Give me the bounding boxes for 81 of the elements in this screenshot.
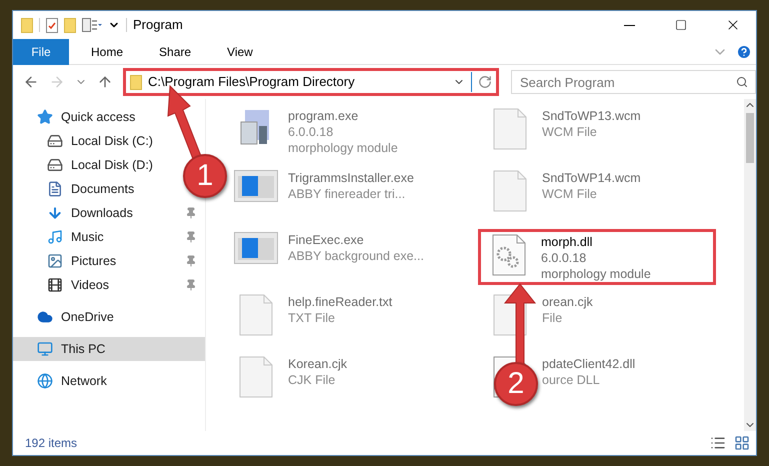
address-bar[interactable]: C:\Program Files\Program Directory [123, 68, 499, 96]
file-name: FineExec.exe [288, 232, 365, 248]
gear-file-icon [492, 234, 526, 276]
cloud-icon [37, 309, 53, 325]
film-icon [47, 277, 63, 293]
file-name: morph.dll [541, 234, 594, 250]
file-tile[interactable]: morph.dll 6.0.0.18 morphology module [478, 229, 716, 285]
pin-icon[interactable] [185, 255, 197, 267]
address-path: C:\Program Files\Program Directory [148, 73, 356, 92]
nav-item[interactable]: Downloads [47, 201, 205, 225]
details-view-icon[interactable] [710, 435, 726, 451]
nav-item[interactable]: Local Disk (D:) [47, 153, 161, 177]
star-icon [37, 109, 53, 125]
file-icon [239, 294, 273, 336]
picture-icon [47, 253, 63, 269]
back-icon[interactable] [23, 74, 39, 90]
file-detail: CJK File [288, 372, 336, 388]
ribbon-tab[interactable]: File [13, 38, 69, 64]
search-field[interactable]: Search Program [511, 70, 756, 94]
nav-item[interactable]: OneDrive [37, 305, 122, 329]
file-name: TrigrammsInstaller.exe [288, 170, 414, 186]
file-detail: WCM File [542, 124, 598, 140]
file-detail: morphology module [288, 140, 398, 156]
file-name: pdateClient42.dll [542, 356, 636, 372]
file-icon [239, 356, 273, 398]
window-icon [234, 232, 278, 264]
checklist-icon [46, 18, 58, 32]
window-title: Program [133, 16, 183, 34]
monitor-icon [37, 341, 53, 357]
file-detail: 6.0.0.18 [541, 250, 588, 266]
nav-item[interactable]: Music [47, 225, 205, 249]
network-icon [37, 373, 53, 389]
document-icon [47, 181, 63, 197]
music-icon [47, 229, 63, 245]
file-name: orean.cjk [542, 294, 593, 310]
download-icon [47, 205, 63, 221]
file-name: help.fineReader.txt [288, 294, 392, 310]
file-detail: ource DLL [542, 372, 601, 388]
item-count: 192 items [25, 435, 78, 452]
refresh-icon[interactable] [478, 75, 492, 89]
large-icons-view-icon[interactable] [734, 435, 750, 451]
file-name: SndToWP13.wcm [542, 108, 641, 124]
ribbon-tab[interactable]: Share [145, 38, 206, 64]
file-detail: 6.0.0.18 [288, 124, 334, 140]
ribbon-tab[interactable]: View [213, 38, 267, 64]
file-detail: File [542, 310, 564, 326]
nav-item[interactable]: Network [37, 369, 115, 393]
file-icon [493, 108, 527, 150]
nav-item[interactable]: Quick access [37, 105, 144, 129]
drive-icon [47, 157, 63, 173]
search-icon [736, 76, 748, 88]
ribbon-tab[interactable]: Home [77, 38, 138, 64]
file-detail: morphology module [541, 266, 651, 282]
minimize-icon [624, 24, 634, 26]
window-icon [234, 170, 278, 202]
nav-item[interactable]: This PC [13, 337, 205, 361]
file-detail: ABBY finereader tri... [288, 186, 406, 202]
folder-icon [130, 74, 142, 90]
scrollbar[interactable] [744, 99, 756, 431]
nav-item[interactable]: Videos [47, 273, 205, 297]
file-name: program.exe [288, 108, 360, 124]
pin-icon[interactable] [185, 279, 197, 291]
pin-icon[interactable] [185, 207, 197, 219]
file-detail: TXT File [288, 310, 336, 326]
maximize-icon [675, 19, 687, 31]
pin-icon[interactable] [185, 231, 197, 243]
scroll-thumb[interactable] [746, 113, 754, 163]
properties-icon [82, 18, 102, 32]
file-name: SndToWP14.wcm [542, 170, 641, 186]
help-icon[interactable] [736, 44, 752, 60]
drive-icon [47, 133, 63, 149]
up-icon[interactable] [97, 74, 113, 90]
nav-item[interactable]: Documents [47, 177, 142, 201]
file-icon [493, 170, 527, 212]
folder-icon [64, 18, 76, 32]
nav-item[interactable]: Local Disk (C:) [47, 129, 161, 153]
file-detail: ABBY background exe... [288, 248, 424, 264]
file-detail: WCM File [542, 186, 598, 202]
folder-icon [21, 18, 33, 32]
file-name: Korean.cjk [288, 356, 348, 372]
nav-item[interactable]: Pictures [47, 249, 205, 273]
